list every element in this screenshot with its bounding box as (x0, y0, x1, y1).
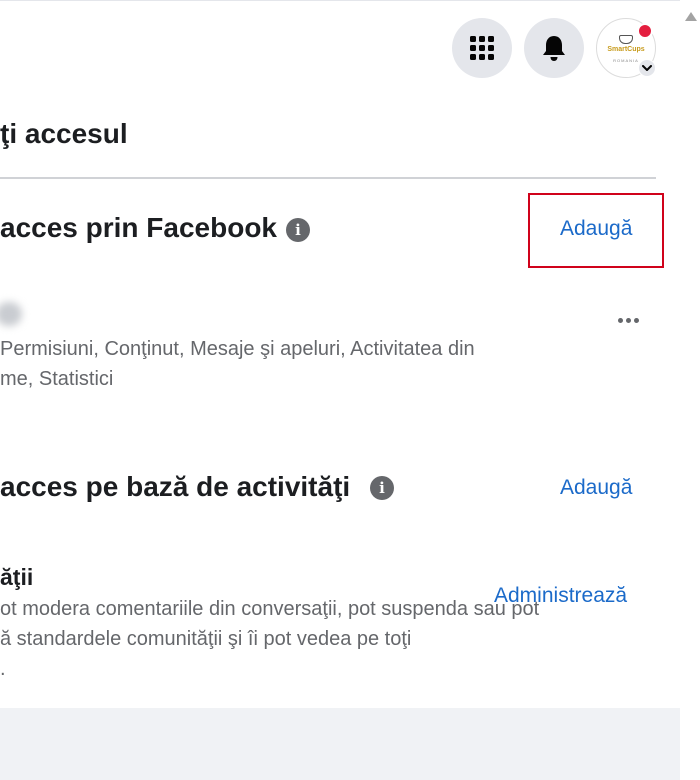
account-menu-button[interactable] (638, 59, 656, 77)
notifications-button[interactable] (524, 18, 584, 78)
task-access-title: acces pe bază de activităţi (0, 471, 351, 502)
more-dots-icon (617, 317, 623, 323)
role-description-line-3: . (0, 658, 6, 680)
person-name-blurred (0, 302, 22, 326)
scroll-up-icon[interactable] (685, 12, 697, 21)
menu-button[interactable] (452, 18, 512, 78)
info-icon[interactable]: i (370, 476, 394, 500)
chevron-down-icon (642, 64, 652, 71)
add-task-access-button[interactable]: Adaugă (560, 476, 632, 500)
viewport: SmartCups ROMANIA ţi accesul acces prin … (0, 0, 700, 780)
bell-icon (543, 36, 565, 61)
role-description-line-1: ot modera comentariile din conversaţii, … (0, 598, 540, 620)
cup-logo-icon (619, 35, 633, 44)
page-access-panel: ţi accesul acces prin Facebook i Adaugă … (0, 90, 680, 708)
avatar-logo-text: SmartCups (607, 46, 645, 53)
top-navigation-bar: SmartCups ROMANIA (0, 0, 680, 90)
page-background (0, 708, 680, 780)
info-icon[interactable]: i (286, 218, 310, 242)
person-permissions-line-1: Permisiuni, Conţinut, Mesaje şi apeluri,… (0, 338, 475, 360)
grid-menu-icon (470, 36, 494, 60)
facebook-access-title: acces prin Facebook (0, 212, 278, 243)
role-description-line-2: ă standardele comunităţii şi îi pot vede… (0, 628, 412, 650)
section-divider (0, 177, 656, 179)
person-permissions-line-2: me, Statistici (0, 368, 114, 390)
scrollbar[interactable] (680, 0, 700, 780)
notification-dot (637, 23, 653, 39)
more-options-button[interactable] (612, 308, 644, 332)
page-title: ţi accesul (0, 118, 128, 149)
role-title: ăţii (0, 564, 34, 590)
highlight-box (528, 193, 664, 268)
